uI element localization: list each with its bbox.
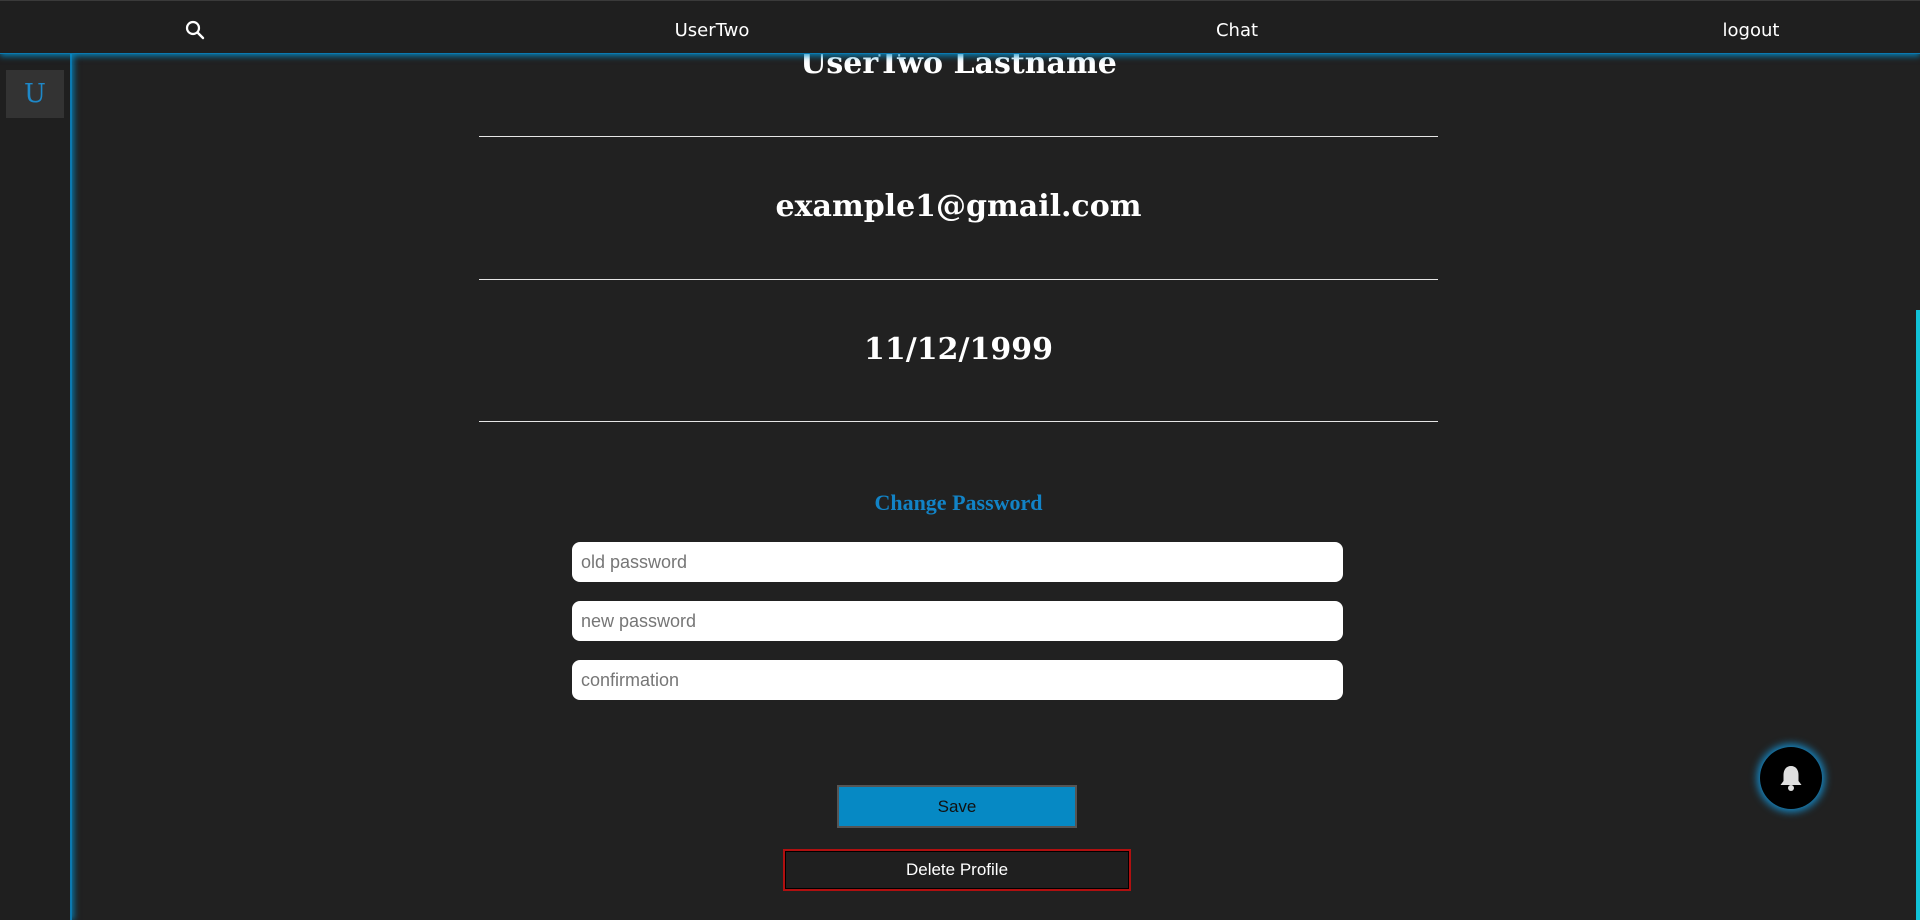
bell-icon bbox=[1780, 766, 1802, 791]
new-password-input[interactable] bbox=[572, 601, 1343, 641]
delete-profile-button[interactable]: Delete Profile bbox=[783, 849, 1131, 891]
old-password-input[interactable] bbox=[572, 542, 1343, 582]
scroll-indicator bbox=[1916, 310, 1920, 920]
divider bbox=[479, 421, 1438, 422]
search-button[interactable] bbox=[185, 20, 209, 44]
nav-username[interactable]: UserTwo bbox=[675, 1, 750, 53]
divider bbox=[479, 136, 1438, 137]
confirm-password-input[interactable] bbox=[572, 660, 1343, 700]
top-navbar: UserTwo Chat logout bbox=[0, 0, 1920, 54]
save-button[interactable]: Save bbox=[837, 785, 1077, 828]
profile-email: example1@gmail.com bbox=[775, 189, 1142, 224]
divider bbox=[479, 279, 1438, 280]
change-password-title: Change Password bbox=[874, 490, 1043, 515]
nav-chat[interactable]: Chat bbox=[1216, 1, 1258, 53]
avatar[interactable]: U bbox=[6, 70, 64, 118]
notifications-button[interactable] bbox=[1760, 747, 1822, 809]
search-icon bbox=[185, 20, 205, 40]
nav-logout[interactable]: logout bbox=[1723, 1, 1780, 53]
profile-birthdate: 11/12/1999 bbox=[864, 332, 1053, 367]
sidebar: U bbox=[0, 52, 72, 920]
